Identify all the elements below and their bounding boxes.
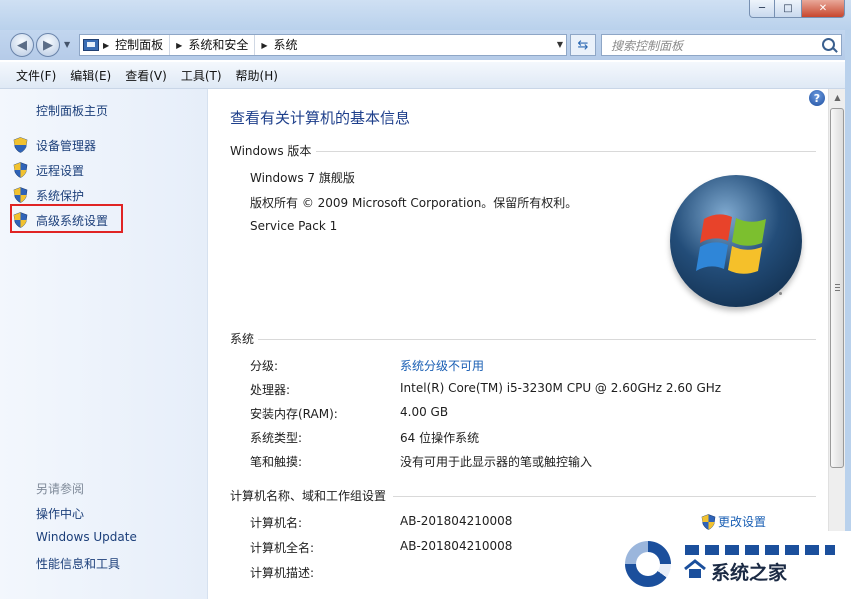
chevron-right-icon[interactable]: ▶: [176, 41, 182, 50]
breadcrumb-system-security[interactable]: 系统和安全: [188, 35, 256, 55]
watermark-logo-icon: [625, 541, 671, 587]
see-also-heading: 另请参阅: [36, 482, 85, 496]
link-windows-update[interactable]: Windows Update: [36, 530, 137, 544]
refresh-button[interactable]: ⇆: [570, 34, 596, 56]
scroll-up-button[interactable]: ▲: [829, 89, 846, 106]
task-label: 系统保护: [36, 188, 85, 203]
uac-shield-icon: [13, 137, 28, 153]
change-settings-link[interactable]: 更改设置: [701, 513, 766, 530]
section-heading-system: 系统: [230, 332, 255, 346]
address-dropdown-icon[interactable]: ▼: [557, 40, 563, 49]
scrollbar-thumb[interactable]: [830, 108, 844, 468]
arrow-left-icon: ◀: [17, 37, 27, 53]
link-performance-tools[interactable]: 性能信息和工具: [36, 555, 120, 572]
menu-edit[interactable]: 编辑(E): [63, 67, 118, 84]
label-processor: 处理器:: [250, 383, 291, 397]
refresh-icon: ⇆: [577, 37, 589, 53]
recent-pages-dropdown[interactable]: ▼: [64, 40, 70, 49]
watermark: 系统之家: [619, 531, 851, 599]
logo-dot: [779, 292, 782, 295]
service-pack: Service Pack 1: [250, 219, 338, 233]
address-bar[interactable]: ▶ 控制面板 ▶ 系统和安全 ▶ 系统 ▼: [79, 34, 567, 56]
section-divider: [316, 151, 816, 152]
menu-tools[interactable]: 工具(T): [174, 67, 229, 84]
label-pen-touch: 笔和触摸:: [250, 455, 303, 469]
minimize-button[interactable]: ─: [749, 0, 775, 18]
label-full-computer-name: 计算机全名:: [250, 541, 315, 555]
section-divider: [393, 496, 816, 497]
full-computer-name-value: AB-201804210008: [400, 539, 513, 553]
window-frame-edge: [845, 30, 851, 599]
section-heading-computer-name: 计算机名称、域和工作组设置: [230, 489, 387, 503]
watermark-banner: [677, 537, 851, 555]
task-system-protection[interactable]: 系统保护: [13, 185, 84, 205]
chevron-right-icon[interactable]: ▶: [103, 41, 109, 50]
breadcrumb-control-panel[interactable]: 控制面板: [115, 35, 171, 55]
uac-shield-icon: [13, 187, 28, 203]
title-bar: ─ □ ✕: [0, 0, 851, 30]
maximize-button[interactable]: □: [775, 0, 801, 18]
search-box[interactable]: [601, 34, 842, 56]
control-panel-icon: [83, 39, 99, 51]
uac-shield-icon: [13, 162, 28, 178]
page-title: 查看有关计算机的基本信息: [230, 109, 411, 127]
processor-value: Intel(R) Core(TM) i5-3230M CPU @ 2.60GHz…: [400, 381, 722, 395]
task-device-manager[interactable]: 设备管理器: [13, 135, 96, 155]
ram-value: 4.00 GB: [400, 405, 449, 419]
task-pane: 控制面板主页 设备管理器 远程设置 系统保护 高级系统设置 另请参阅 操作中心 …: [0, 89, 208, 599]
help-icon[interactable]: ?: [809, 90, 825, 106]
windows-logo: [670, 175, 802, 307]
system-type-value: 64 位操作系统: [400, 431, 480, 445]
menu-help[interactable]: 帮助(H): [229, 67, 285, 84]
menu-view[interactable]: 查看(V): [118, 67, 174, 84]
grip-icon: [835, 284, 840, 291]
menu-bar: 文件(F) 编辑(E) 查看(V) 工具(T) 帮助(H): [0, 62, 851, 89]
link-action-center[interactable]: 操作中心: [36, 505, 84, 522]
vertical-scrollbar[interactable]: ▲: [828, 89, 846, 599]
window-controls: ─ □ ✕: [749, 0, 845, 20]
chevron-down-icon: ▼: [64, 40, 71, 49]
arrow-right-icon: ▶: [43, 37, 53, 53]
task-remote-settings[interactable]: 远程设置: [13, 160, 84, 180]
label-computer-name: 计算机名:: [250, 516, 303, 530]
label-computer-description: 计算机描述:: [250, 566, 315, 580]
uac-shield-icon: [701, 513, 716, 530]
label-rating: 分级:: [250, 359, 279, 373]
close-button[interactable]: ✕: [801, 0, 845, 18]
chevron-right-icon[interactable]: ▶: [261, 41, 267, 50]
change-settings-label: 更改设置: [718, 515, 767, 529]
search-input[interactable]: [609, 36, 813, 56]
task-label: 远程设置: [36, 163, 85, 178]
main-content: ? 查看有关计算机的基本信息 Windows 版本 Windows 7 旗舰版 …: [208, 89, 828, 599]
section-heading-edition: Windows 版本: [230, 144, 312, 158]
computer-name-value: AB-201804210008: [400, 514, 513, 528]
windows-flag-icon: [696, 214, 766, 274]
label-ram: 安装内存(RAM):: [250, 407, 338, 421]
navigation-bar: ◀ ▶ ▼ ▶ 控制面板 ▶ 系统和安全 ▶ 系统 ▼ ⇆: [0, 30, 851, 60]
highlight-box: [10, 204, 123, 233]
forward-button[interactable]: ▶: [36, 33, 60, 57]
control-panel-home-link[interactable]: 控制面板主页: [36, 102, 108, 119]
pen-touch-value: 没有可用于此显示器的笔或触控输入: [400, 455, 593, 469]
task-label: 设备管理器: [36, 138, 97, 153]
copyright-text: 版权所有 © 2009 Microsoft Corporation。保留所有权利…: [250, 196, 578, 210]
house-icon: [684, 559, 706, 578]
windows-edition: Windows 7 旗舰版: [250, 171, 355, 185]
rating-link[interactable]: 系统分级不可用: [400, 357, 484, 374]
watermark-text: 系统之家: [711, 562, 788, 584]
section-divider: [258, 339, 816, 340]
breadcrumb-system[interactable]: 系统: [274, 35, 304, 55]
menu-file[interactable]: 文件(F): [0, 67, 63, 84]
search-icon[interactable]: [822, 38, 835, 51]
label-system-type: 系统类型:: [250, 431, 303, 445]
chevron-up-icon: ▲: [834, 93, 841, 102]
back-button[interactable]: ◀: [10, 33, 34, 57]
